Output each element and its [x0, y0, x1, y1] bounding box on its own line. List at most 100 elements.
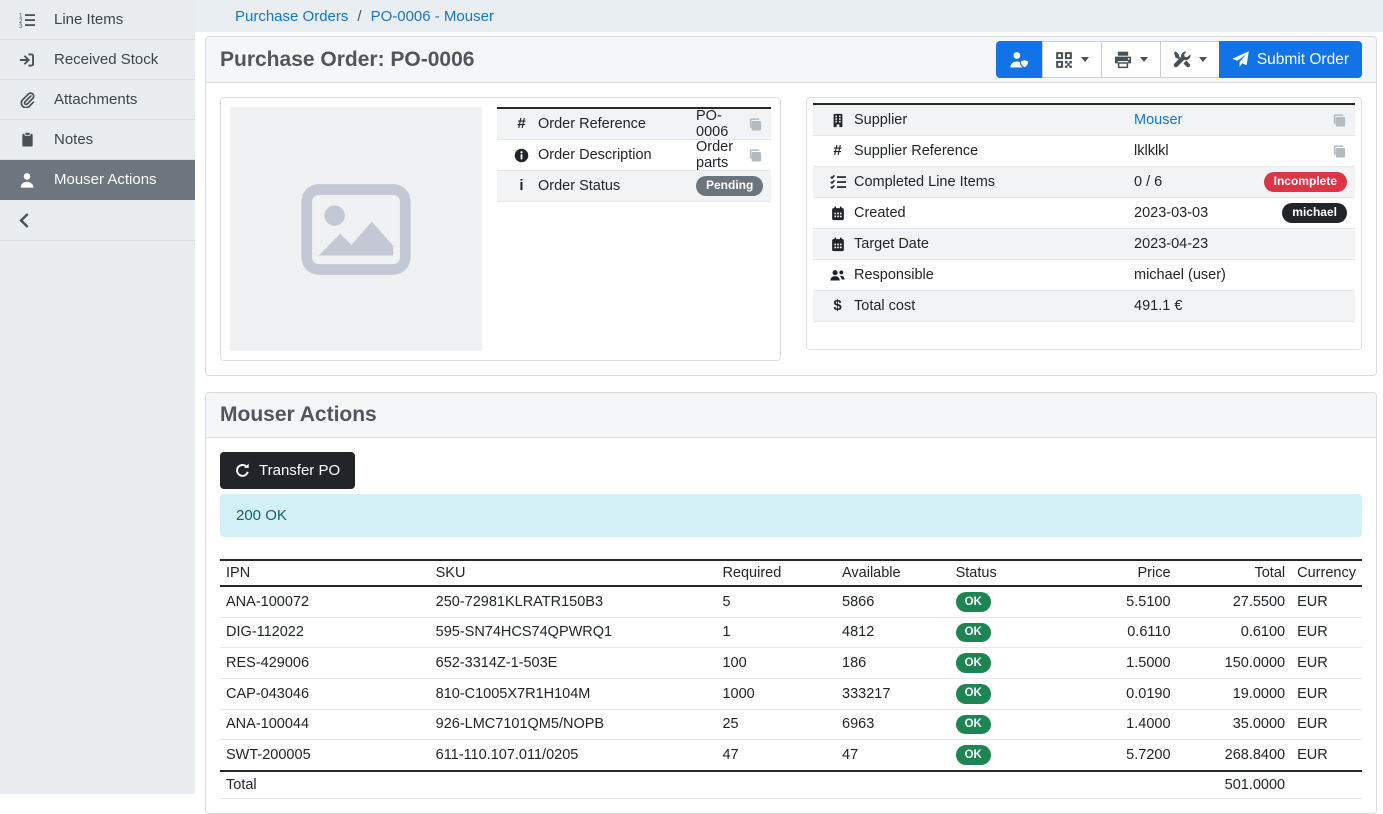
cell-currency: EUR: [1291, 740, 1362, 771]
mouser-actions-panel-header: Mouser Actions: [206, 393, 1376, 438]
detail-label: Supplier Reference: [854, 143, 1134, 159]
sidebar-item-line-items[interactable]: 123Line Items: [0, 0, 195, 40]
footer-total-value: 501.0000: [1177, 771, 1292, 799]
caret-down-icon: [1081, 57, 1089, 62]
chevron-left-icon: [17, 213, 32, 228]
cell-sku: 652-3314Z-1-503E: [430, 648, 717, 679]
status-badge: michael: [1282, 203, 1347, 222]
table-row: CAP-043046810-C1005X7R1H104M1000333217OK…: [220, 678, 1362, 709]
column-header-total: Total: [1177, 560, 1292, 586]
calendar-icon: [821, 206, 854, 221]
sidebar: 123Line Items Received Stock Attachments No…: [0, 0, 195, 794]
sidebar-item-notes[interactable]: Notes: [0, 120, 195, 160]
cell-required: 25: [716, 709, 836, 740]
column-header-available: Available: [836, 560, 950, 586]
info-circle-icon: [505, 148, 538, 163]
cell-price: 1.5000: [1071, 648, 1177, 679]
status-badge: OK: [956, 745, 991, 765]
breadcrumb: Purchase Orders/PO-0006 - Mouser: [195, 0, 1383, 32]
sidebar-item-label: Attachments: [54, 91, 137, 108]
breadcrumb-link-purchase-orders[interactable]: Purchase Orders: [235, 8, 348, 25]
cell-total: 35.0000: [1177, 709, 1292, 740]
status-badge: OK: [956, 684, 991, 704]
sign-in-icon: [17, 52, 37, 68]
sidebar-item-attachments[interactable]: Attachments: [0, 80, 195, 120]
status-badge: OK: [956, 592, 991, 612]
detail-label: Order Description: [538, 147, 696, 163]
purchase-order-panel-header: Purchase Order: PO-0006: [206, 37, 1376, 83]
print-actions-button[interactable]: [1101, 41, 1161, 78]
mouser-actions-panel: Mouser Actions Transfer PO 200 OK IPNSKU…: [205, 392, 1377, 814]
submit-order-button[interactable]: Submit Order: [1219, 41, 1362, 78]
cell-status: OK: [950, 678, 1071, 709]
building-icon: [821, 113, 854, 128]
cell-total: 150.0000: [1177, 648, 1292, 679]
order-summary-card: #Order ReferencePO-0006Order Description…: [220, 97, 781, 361]
cell-ipn: ANA-100044: [220, 709, 430, 740]
detail-label: Target Date: [854, 236, 1134, 252]
order-details-table: #Order ReferencePO-0006Order Description…: [497, 107, 771, 351]
copy-icon[interactable]: [1332, 144, 1347, 159]
detail-value: michael (user): [1134, 267, 1226, 283]
cell-price: 5.5100: [1071, 586, 1177, 617]
cell-ipn: CAP-043046: [220, 678, 430, 709]
column-header-sku: SKU: [430, 560, 717, 586]
copy-icon[interactable]: [748, 117, 763, 132]
sidebar-item-mouser-actions[interactable]: Mouser Actions: [0, 160, 195, 200]
detail-label: Responsible: [854, 267, 1134, 283]
sidebar-collapse-button[interactable]: [0, 200, 195, 241]
footer-cell: [430, 771, 717, 799]
info-icon: i: [505, 178, 538, 194]
sidebar-item-label: Mouser Actions: [54, 171, 157, 188]
column-header-price: Price: [1071, 560, 1177, 586]
cell-available: 333217: [836, 678, 950, 709]
caret-down-icon: [1140, 57, 1148, 62]
detail-label: Order Reference: [538, 116, 696, 132]
caret-down-icon: [1199, 57, 1207, 62]
qrcode-icon: [1055, 51, 1073, 69]
line-items-table: IPNSKURequiredAvailableStatusPriceTotalC…: [220, 559, 1362, 799]
sidebar-item-label: Received Stock: [54, 51, 158, 68]
cell-price: 5.7200: [1071, 740, 1177, 771]
cell-sku: 595-SN74HCS74QPWRQ1: [430, 617, 717, 648]
table-row: ANA-100072250-72981KLRATR150B355866OK5.5…: [220, 586, 1362, 617]
cell-sku: 250-72981KLRATR150B3: [430, 586, 717, 617]
calendar-icon: [821, 237, 854, 252]
cell-available: 47: [836, 740, 950, 771]
transfer-po-button[interactable]: Transfer PO: [220, 452, 355, 489]
breadcrumb-link-po-0006-mouser[interactable]: PO-0006 - Mouser: [371, 8, 494, 25]
detail-row: [813, 322, 1355, 344]
cell-total: 268.8400: [1177, 740, 1292, 771]
cell-price: 1.4000: [1071, 709, 1177, 740]
cell-required: 5: [716, 586, 836, 617]
detail-value: Mouser: [1134, 112, 1182, 128]
column-header-status: Status: [950, 560, 1071, 586]
status-badge: Pending: [696, 176, 763, 195]
printer-icon: [1114, 51, 1132, 69]
column-header-required: Required: [716, 560, 836, 586]
detail-row: Order DescriptionOrder parts: [497, 140, 771, 171]
cell-ipn: RES-429006: [220, 648, 430, 679]
footer-total-label: Total: [220, 771, 430, 799]
detail-label: Created: [854, 205, 1134, 221]
hashtag-icon: #: [821, 143, 854, 159]
order-options-button[interactable]: [1160, 41, 1220, 78]
sidebar-item-received-stock[interactable]: Received Stock: [0, 40, 195, 80]
cell-status: OK: [950, 740, 1071, 771]
copy-icon[interactable]: [1332, 113, 1347, 128]
barcode-actions-button[interactable]: [1042, 41, 1102, 78]
submit-order-label: Submit Order: [1257, 51, 1349, 69]
detail-link-mouser[interactable]: Mouser: [1134, 112, 1182, 128]
sidebar-item-label: Notes: [54, 131, 93, 148]
copy-icon[interactable]: [748, 148, 763, 163]
detail-row: SupplierMouser: [813, 105, 1355, 136]
detail-value: lklklkl: [1134, 143, 1169, 159]
detail-label: Total cost: [854, 298, 1134, 314]
table-row: DIG-112022595-SN74HCS74QPWRQ114812OK0.61…: [220, 617, 1362, 648]
cell-ipn: DIG-112022: [220, 617, 430, 648]
hashtag-icon: #: [505, 116, 538, 132]
user-shield-icon: [1009, 51, 1030, 68]
admin-button[interactable]: [996, 41, 1043, 78]
footer-cell: [836, 771, 950, 799]
main-content: Purchase Orders/PO-0006 - Mouser Purchas…: [195, 0, 1383, 794]
